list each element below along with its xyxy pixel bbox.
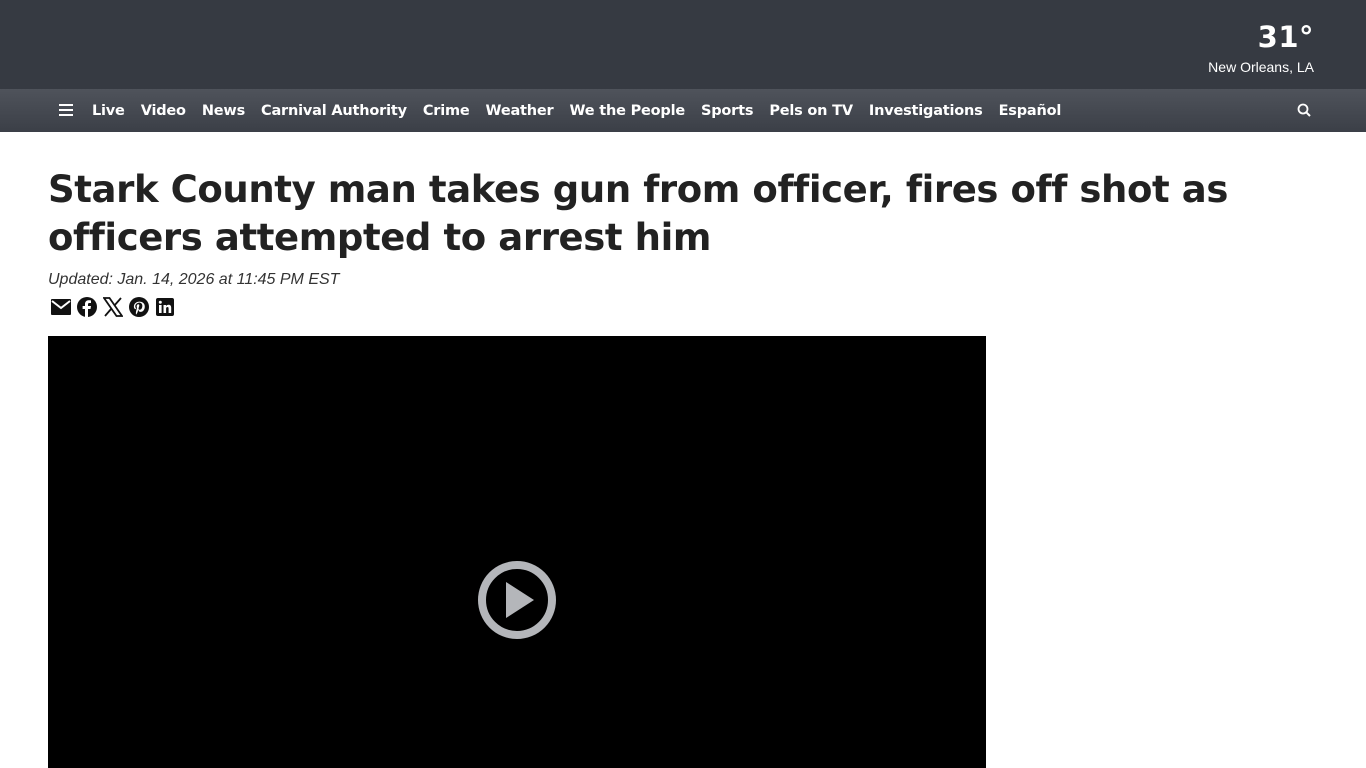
- weather-widget[interactable]: 31° New Orleans, LA: [1208, 20, 1314, 76]
- nav-item-weather[interactable]: Weather: [486, 103, 554, 119]
- main-navigation: Live Video News Carnival Authority Crime…: [0, 89, 1366, 132]
- nav-item-pels-on-tv[interactable]: Pels on TV: [769, 103, 853, 119]
- nav-item-espanol[interactable]: Español: [999, 103, 1062, 119]
- nav-item-news[interactable]: News: [202, 103, 245, 119]
- nav-item-we-the-people[interactable]: We the People: [569, 103, 685, 119]
- weather-temperature: 31°: [1257, 20, 1314, 54]
- top-bar: 31° New Orleans, LA: [0, 0, 1366, 89]
- weather-location: New Orleans, LA: [1208, 59, 1314, 75]
- article-headline: Stark County man takes gun from officer,…: [48, 168, 1228, 259]
- play-icon[interactable]: [477, 560, 557, 640]
- linkedin-icon[interactable]: [154, 296, 176, 318]
- share-bar: [50, 296, 176, 318]
- article-updated-timestamp: Updated: Jan. 14, 2026 at 11:45 PM EST: [48, 271, 340, 288]
- nav-items: Live Video News Carnival Authority Crime…: [92, 89, 1077, 132]
- nav-item-crime[interactable]: Crime: [423, 103, 470, 119]
- nav-item-sports[interactable]: Sports: [701, 103, 754, 119]
- hamburger-menu-icon[interactable]: [56, 100, 76, 120]
- nav-item-carnival-authority[interactable]: Carnival Authority: [261, 103, 407, 119]
- video-player[interactable]: [48, 336, 986, 768]
- email-icon[interactable]: [50, 296, 72, 318]
- nav-item-video[interactable]: Video: [141, 103, 186, 119]
- search-icon[interactable]: [1294, 100, 1314, 120]
- nav-item-live[interactable]: Live: [92, 103, 125, 119]
- x-icon[interactable]: [102, 296, 124, 318]
- pinterest-icon[interactable]: [128, 296, 150, 318]
- nav-item-investigations[interactable]: Investigations: [869, 103, 983, 119]
- facebook-icon[interactable]: [76, 296, 98, 318]
